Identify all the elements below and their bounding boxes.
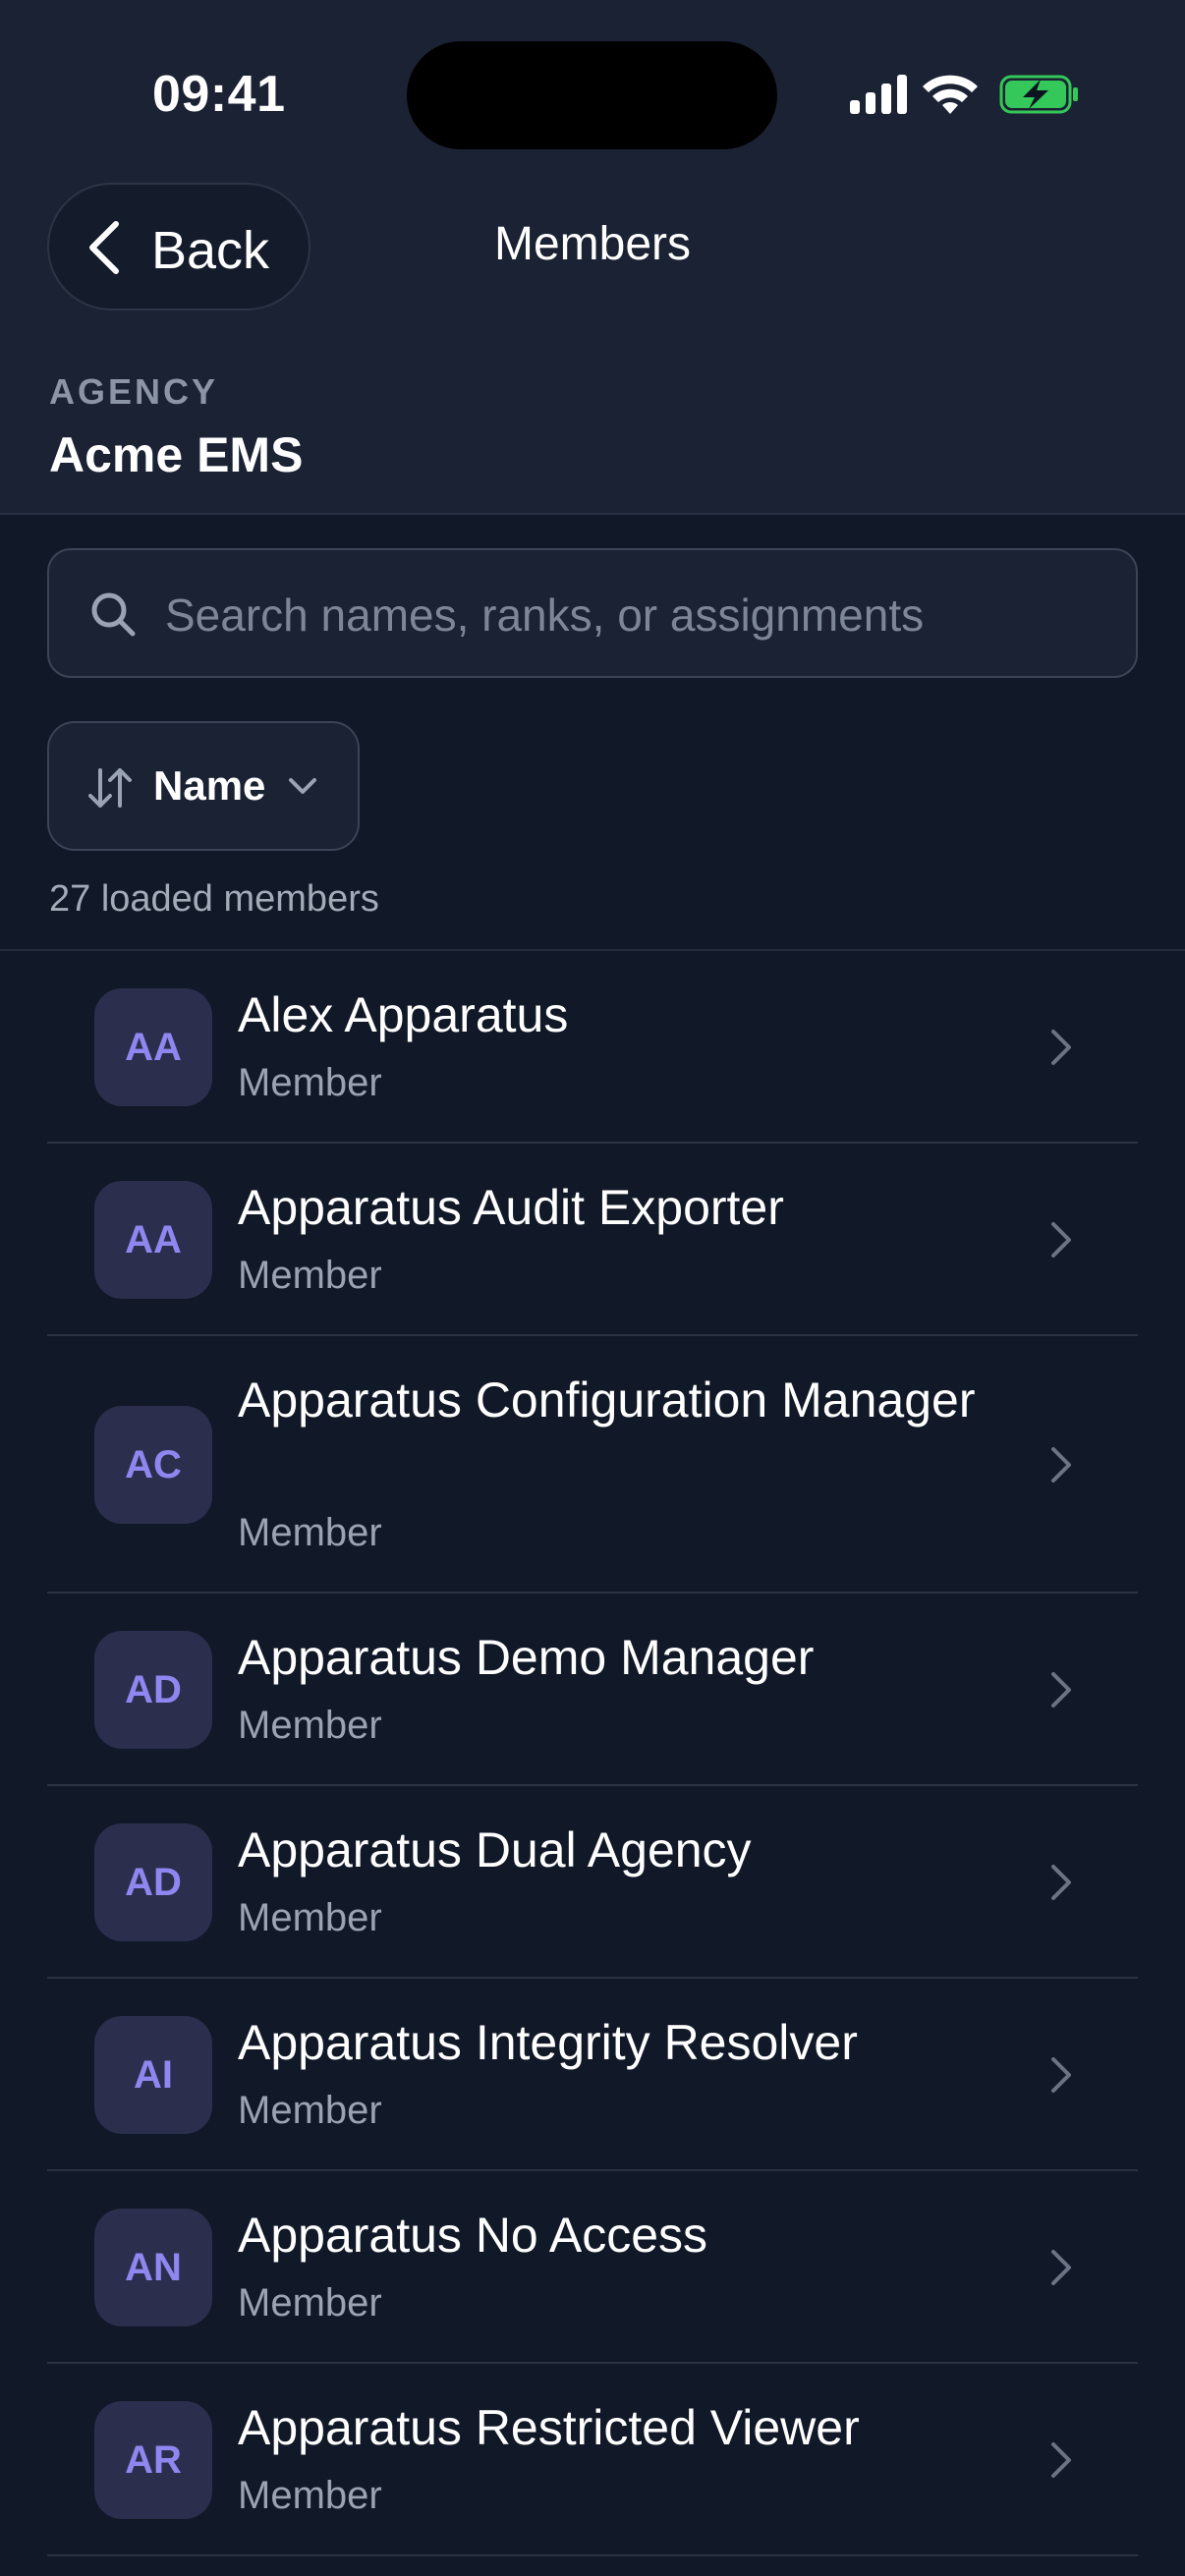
member-row[interactable]: AC Apparatus Configuration Manager Membe… — [47, 1336, 1138, 1594]
status-icons — [848, 73, 1084, 116]
member-name: Apparatus Restricted Viewer — [238, 2400, 860, 2455]
member-name: Apparatus Audit Exporter — [238, 1180, 784, 1235]
sort-label: Name — [153, 762, 266, 809]
page-title: Members — [493, 218, 692, 270]
member-role: Member — [238, 1704, 382, 1747]
member-role: Member — [238, 1254, 382, 1297]
sort-button[interactable]: Name — [47, 721, 360, 851]
avatar: AN — [94, 2209, 212, 2326]
chevron-right-icon — [1051, 1672, 1071, 1708]
chevron-right-icon — [1051, 1030, 1071, 1065]
member-row[interactable]: AA Alex Apparatus Member — [47, 951, 1138, 1144]
avatar: AC — [94, 1406, 212, 1524]
avatar: AA — [94, 1181, 212, 1299]
search-input[interactable] — [163, 580, 1110, 650]
member-role: Member — [238, 2089, 382, 2132]
header-divider — [0, 513, 1185, 515]
status-time: 09:41 — [152, 66, 286, 123]
search-icon — [91, 592, 136, 637]
avatar: AR — [94, 2401, 212, 2519]
chevron-right-icon — [1051, 1865, 1071, 1900]
member-name: Alex Apparatus — [238, 987, 569, 1042]
search-field[interactable] — [47, 548, 1138, 678]
member-role: Member — [238, 2281, 382, 2324]
member-name: Apparatus Configuration Manager — [238, 1372, 976, 1428]
wifi-icon — [923, 75, 978, 114]
agency-name: Acme EMS — [49, 427, 304, 482]
chevron-right-icon — [1051, 1222, 1071, 1258]
chevron-right-icon — [1051, 1447, 1071, 1483]
agency-label: AGENCY — [49, 371, 219, 412]
avatar: AA — [94, 988, 212, 1106]
chevron-right-icon — [1051, 2442, 1071, 2478]
dynamic-island — [407, 41, 777, 149]
member-name: Apparatus Dual Agency — [238, 1822, 752, 1877]
chevron-right-icon — [1051, 2250, 1071, 2285]
member-role: Member — [238, 1511, 382, 1554]
member-row[interactable]: AD Apparatus Dual Agency Member — [47, 1786, 1138, 1979]
cellular-signal-icon — [850, 75, 907, 114]
member-count: 27 loaded members — [49, 878, 379, 920]
member-name: Apparatus Demo Manager — [238, 1630, 815, 1685]
avatar: AD — [94, 1631, 212, 1749]
member-name: Apparatus No Access — [238, 2208, 708, 2263]
chevron-right-icon — [1051, 2057, 1071, 2093]
chevron-down-icon — [289, 778, 316, 794]
member-row[interactable]: AD Apparatus Demo Manager Member — [47, 1594, 1138, 1786]
member-row[interactable]: AA Apparatus Audit Exporter Member — [47, 1144, 1138, 1336]
member-row[interactable]: AI Apparatus Integrity Resolver Member — [47, 1979, 1138, 2171]
member-role: Member — [238, 1061, 382, 1104]
member-role: Member — [238, 1896, 382, 1939]
member-row[interactable]: AR Apparatus Restricted Viewer Member — [47, 2364, 1138, 2556]
avatar: AI — [94, 2016, 212, 2134]
battery-charging-icon — [999, 75, 1078, 114]
member-row[interactable]: AN Apparatus No Access Member — [47, 2171, 1138, 2364]
sort-arrows-icon — [88, 768, 132, 808]
member-role: Member — [238, 2474, 382, 2517]
member-name: Apparatus Integrity Resolver — [238, 2015, 858, 2070]
avatar: AD — [94, 1823, 212, 1941]
